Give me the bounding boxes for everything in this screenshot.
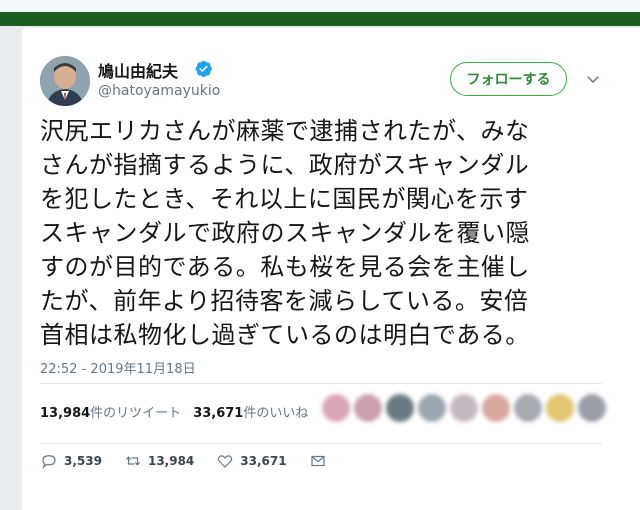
retweet-icon bbox=[125, 456, 141, 466]
chevron-down-icon[interactable] bbox=[584, 70, 602, 88]
tweet-timestamp[interactable]: 22:52 - 2019年11月18日 bbox=[40, 358, 196, 377]
liker-avatar[interactable] bbox=[386, 394, 414, 422]
tweet-card: 鳩山由紀夫 @hatoyamayukio フォローする 沢尻エリカさんが麻薬で逮… bbox=[22, 28, 640, 510]
liker-avatar[interactable] bbox=[578, 394, 606, 422]
retweet-stat-label: 件のリツイート bbox=[90, 406, 182, 421]
liker-avatar[interactable] bbox=[354, 394, 382, 422]
tweet-line: たが、前年より招待客を減らしている。安倍 bbox=[40, 287, 529, 315]
verified-badge-icon bbox=[195, 60, 212, 77]
liker-avatar[interactable] bbox=[322, 394, 350, 422]
reply-icon bbox=[42, 455, 56, 469]
direct-message-button[interactable] bbox=[309, 452, 327, 470]
retweet-stat-count: 13,984 bbox=[40, 406, 91, 421]
liker-avatars bbox=[322, 394, 606, 422]
reply-button[interactable]: 3,539 bbox=[40, 452, 102, 470]
divider bbox=[40, 383, 602, 384]
liker-avatar[interactable] bbox=[514, 394, 542, 422]
like-stat[interactable]: 33,671件のいいね bbox=[193, 402, 308, 421]
user-handle[interactable]: @hatoyamayukio bbox=[98, 83, 220, 99]
liker-avatar[interactable] bbox=[418, 394, 446, 422]
tweet-line: 首相は私物化し過ぎているのは明白である。 bbox=[40, 321, 530, 349]
liker-avatar[interactable] bbox=[482, 394, 510, 422]
avatar[interactable] bbox=[40, 56, 90, 106]
tweet-line: スキャンダルで政府のスキャンダルを覆い隠 bbox=[40, 219, 530, 247]
tweet-line: すのが目的である。私も桜を見る会を主催し bbox=[40, 253, 530, 281]
retweet-button[interactable]: 13,984 bbox=[124, 452, 194, 470]
retweet-count: 13,984 bbox=[147, 454, 195, 468]
display-name[interactable]: 鳩山由紀夫 bbox=[98, 58, 178, 82]
tweet-actions: 3,539 13,984 33,671 bbox=[40, 450, 349, 472]
envelope-icon bbox=[310, 455, 325, 467]
avatar-photo bbox=[40, 56, 90, 106]
heart-icon bbox=[218, 455, 233, 468]
tweet-text: 沢尻エリカさんが麻薬で逮捕されたが、みな さんが指摘するように、政府がスキャンダ… bbox=[40, 114, 612, 352]
liker-avatar[interactable] bbox=[450, 394, 478, 422]
browser-top-bar bbox=[0, 0, 640, 26]
like-count: 33,671 bbox=[240, 454, 287, 468]
follow-button[interactable]: フォローする bbox=[450, 62, 567, 96]
tweet-line: さんが指摘するように、政府がスキャンダル bbox=[40, 151, 530, 179]
like-stat-label: 件のいいね bbox=[243, 406, 309, 421]
retweet-stat[interactable]: 13,984件のリツイート bbox=[40, 402, 181, 421]
tweet-stats: 13,984件のリツイート 33,671件のいいね bbox=[40, 402, 308, 421]
reply-count: 3,539 bbox=[64, 454, 102, 468]
like-button[interactable]: 33,671 bbox=[216, 452, 287, 470]
liker-avatar[interactable] bbox=[546, 394, 574, 422]
tweet-line: を犯したとき、それ以上に国民が関心を示す bbox=[40, 185, 529, 213]
tweet-line: 沢尻エリカさんが麻薬で逮捕されたが、みな bbox=[40, 117, 530, 145]
like-stat-count: 33,671 bbox=[193, 406, 244, 421]
top-strip bbox=[0, 0, 640, 12]
divider bbox=[40, 443, 602, 444]
